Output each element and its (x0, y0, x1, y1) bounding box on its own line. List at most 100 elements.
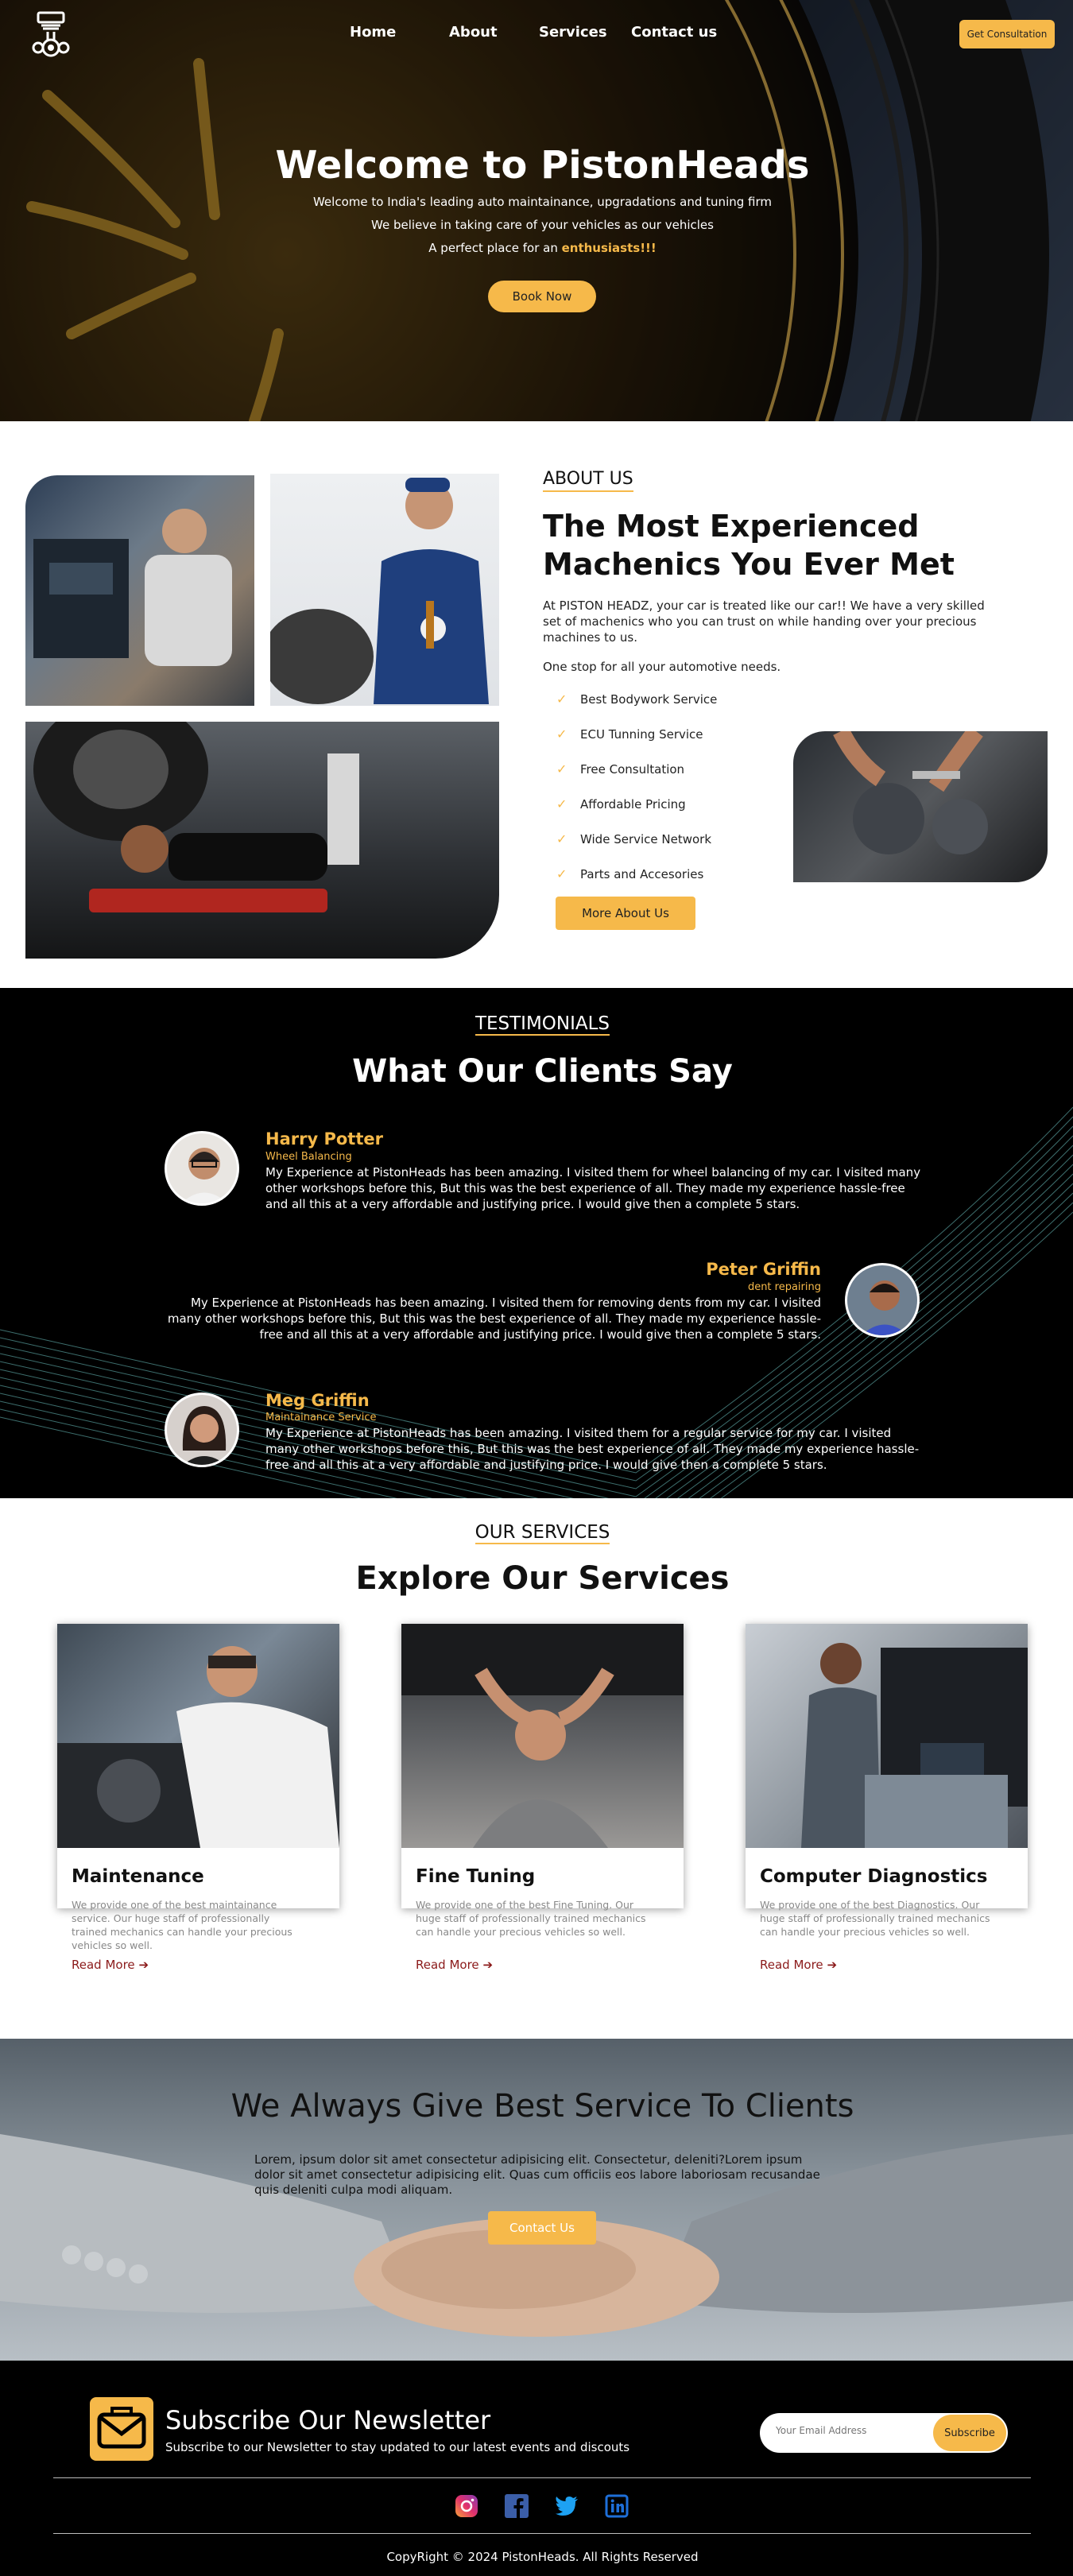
newsletter-mail-icon (90, 2397, 153, 2461)
cta-description: Lorem, ipsum dolor sit amet consectetur … (254, 2152, 820, 2197)
testimonials-eyebrow-text: TESTIMONIALS (475, 1013, 610, 1036)
services-title: Explore Our Services (355, 1560, 730, 1597)
arrow-right-icon: ➔ (827, 1958, 838, 1972)
check-icon: ✓ (556, 691, 567, 707)
testimonial-text: My Experience at PistonHeads has been am… (265, 1426, 920, 1472)
feature-label: Parts and Accesories (580, 866, 704, 881)
contact-us-button[interactable]: Contact Us (488, 2211, 596, 2245)
read-more-link[interactable]: Read More ➔ (72, 1958, 149, 1972)
twitter-icon[interactable] (554, 2493, 579, 2519)
card-description: We provide one of the best Fine Tuning. … (416, 1899, 646, 1938)
testimonials-title: What Our Clients Say (352, 1053, 733, 1090)
pistonheads-logo[interactable] (24, 10, 78, 59)
feature-item: ✓ Free Consultation (556, 761, 684, 777)
service-card-computer-diagnostics[interactable]: Computer Diagnostics We provide one of t… (746, 1624, 1028, 1972)
testimonial-service: Wheel Balancing (265, 1151, 352, 1163)
about-eyebrow: ABOUT US (543, 469, 633, 492)
instagram-icon[interactable] (454, 2493, 479, 2519)
computer-diagnostics-photo (746, 1624, 1028, 1848)
hero-line-2: We believe in taking care of your vehicl… (371, 218, 714, 232)
check-icon: ✓ (556, 796, 567, 812)
arrow-right-icon: ➔ (138, 1958, 149, 1972)
hero-highlight: enthusiasts!!! (561, 241, 657, 255)
card-description: We provide one of the best maintainance … (72, 1899, 292, 1951)
feature-item: ✓ ECU Tunning Service (556, 726, 703, 742)
services-eyebrow: OUR SERVICES (0, 1522, 1073, 1544)
testimonial-name: Meg Griffin (265, 1391, 370, 1410)
newsletter-form: Subscribe (760, 2413, 1008, 2453)
services-section: OUR SERVICES Explore Our Services Mainte… (0, 1498, 1073, 2039)
hero-section: Home About Services Contact us Get Consu… (0, 0, 1073, 421)
get-consultation-button[interactable]: Get Consultation (959, 20, 1055, 48)
card-title: Computer Diagnostics (760, 1866, 988, 1887)
testimonial-name: Peter Griffin (706, 1260, 821, 1279)
engine-repair-photo (793, 731, 1048, 882)
about-section: ABOUT US The Most Experienced Machenics … (0, 421, 1073, 988)
feature-label: Wide Service Network (580, 831, 712, 846)
card-title: Maintenance (72, 1866, 204, 1887)
feature-label: Free Consultation (580, 761, 685, 777)
avatar-meg-griffin (165, 1393, 239, 1467)
hero-background-tire (0, 0, 1073, 421)
handshake-background (0, 2134, 1073, 2337)
nav-about[interactable]: About (449, 24, 498, 41)
newsletter-title: Subscribe Our Newsletter (165, 2405, 491, 2435)
check-icon: ✓ (556, 866, 567, 881)
facebook-icon[interactable] (504, 2493, 529, 2519)
testimonial-text: My Experience at PistonHeads has been am… (265, 1165, 921, 1211)
more-about-us-button[interactable]: More About Us (556, 897, 695, 930)
hero-line-3-prefix: A perfect place for an (428, 241, 562, 255)
about-tagline: One stop for all your automotive needs. (543, 660, 781, 674)
services-eyebrow-text: OUR SERVICES (475, 1522, 610, 1544)
service-card-fine-tuning[interactable]: Fine Tuning We provide one of the best F… (401, 1624, 684, 1972)
feature-label: ECU Tunning Service (580, 726, 703, 742)
feature-label: Affordable Pricing (580, 796, 686, 812)
book-now-button[interactable]: Book Now (488, 281, 596, 312)
cta-title: We Always Give Best Service To Clients (230, 2088, 854, 2125)
hero-line-3: A perfect place for an enthusiasts!!! (0, 241, 1073, 255)
check-icon: ✓ (556, 761, 567, 777)
nav-services[interactable]: Services (539, 24, 607, 41)
footer-divider (53, 2477, 1031, 2478)
nav-contact[interactable]: Contact us (631, 24, 717, 41)
footer-section: Subscribe Our Newsletter Subscribe to ou… (0, 2361, 1073, 2576)
testimonial-service: Maintainance Service (265, 1412, 377, 1424)
maintenance-photo (57, 1624, 339, 1848)
testimonial-text: My Experience at PistonHeads has been am… (167, 1296, 821, 1342)
nav-home[interactable]: Home (350, 24, 396, 41)
read-more-label: Read More (72, 1958, 135, 1972)
linkedin-icon[interactable] (604, 2493, 629, 2519)
hero-title: Welcome to PistonHeads (275, 143, 810, 188)
about-description: At PISTON HEADZ, your car is treated lik… (543, 598, 985, 645)
feature-item: ✓ Wide Service Network (556, 831, 711, 846)
about-title: The Most Experienced Machenics You Ever … (543, 509, 955, 582)
mechanic-under-car-photo (25, 722, 499, 959)
cta-section: We Always Give Best Service To Clients L… (0, 2039, 1073, 2361)
hero-line-1: Welcome to India's leading auto maintain… (312, 195, 772, 209)
avatar-harry-potter (165, 1131, 239, 1206)
testimonial-service: dent repairing (747, 1281, 821, 1293)
email-input[interactable] (776, 2425, 911, 2436)
newsletter-subtitle: Subscribe to our Newsletter to stay upda… (165, 2440, 630, 2454)
read-more-link[interactable]: Read More ➔ (760, 1958, 837, 1972)
read-more-label: Read More (416, 1958, 479, 1972)
read-more-link[interactable]: Read More ➔ (416, 1958, 493, 1972)
arrow-right-icon: ➔ (482, 1958, 494, 1972)
feature-item: ✓ Parts and Accesories (556, 866, 703, 881)
testimonials-section: TESTIMONIALS What Our Clients Say Harry … (0, 988, 1073, 1498)
card-title: Fine Tuning (416, 1866, 536, 1887)
feature-item: ✓ Affordable Pricing (556, 796, 686, 812)
read-more-label: Read More (760, 1958, 823, 1972)
card-description: We provide one of the best Diagnostics. … (760, 1899, 990, 1938)
feature-label: Best Bodywork Service (580, 691, 718, 707)
mechanic-engine-photo (25, 475, 254, 706)
testimonial-name: Harry Potter (265, 1129, 383, 1149)
footer-divider (53, 2533, 1031, 2534)
check-icon: ✓ (556, 831, 567, 846)
copyright-text: CopyRight © 2024 PistonHeads. All Rights… (386, 2550, 699, 2564)
subscribe-button[interactable]: Subscribe (933, 2415, 1006, 2451)
avatar-peter-griffin (845, 1263, 920, 1338)
check-icon: ✓ (556, 726, 567, 742)
service-card-maintenance[interactable]: Maintenance We provide one of the best m… (57, 1624, 339, 1972)
smiling-mechanic-photo (270, 474, 499, 706)
